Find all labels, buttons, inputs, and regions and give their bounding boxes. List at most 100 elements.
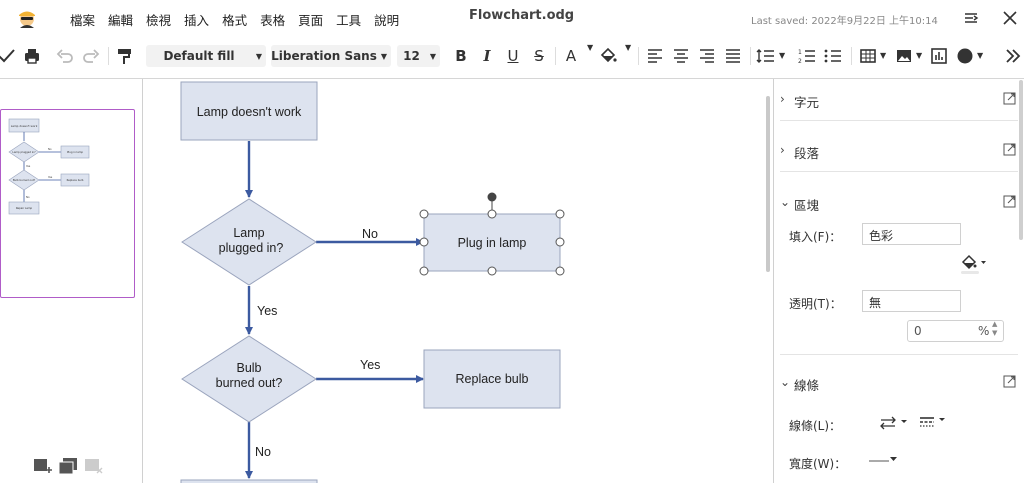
slide-panel: Lamp doesn't work Lamp plugged in? No Pl… (0, 79, 143, 483)
numbered-list-icon[interactable]: 12 (796, 45, 818, 67)
chevron-right-icon: › (780, 143, 785, 157)
section-line-title: 線條 (794, 378, 820, 393)
align-right-icon[interactable] (696, 45, 718, 67)
checkmark-icon[interactable] (0, 45, 18, 67)
line-label: 線條(L)： (789, 419, 842, 433)
menu-page[interactable]: 頁面 (298, 10, 323, 29)
more-options-icon[interactable] (1003, 143, 1016, 156)
print-icon[interactable] (21, 45, 43, 67)
duplicate-page-icon[interactable] (58, 457, 78, 475)
underline-button[interactable]: U (502, 45, 524, 67)
transparency-percent-field[interactable]: 0 % ▲ ▼ (907, 320, 1004, 342)
insert-image-icon[interactable] (893, 45, 915, 67)
label-yes-2: Yes (360, 358, 380, 372)
clone-formatting-icon[interactable] (114, 45, 136, 67)
fill-color-picker-icon[interactable] (959, 253, 987, 275)
transparency-select[interactable]: 無 (862, 290, 961, 312)
chevron-down-icon[interactable]: ▼ (625, 43, 631, 52)
chevron-down-icon[interactable]: ▼ (977, 51, 983, 60)
section-line[interactable]: ⌄ 線條 (774, 364, 1020, 400)
properties-sidebar: › 字元 › 段落 ⌄ 區塊 填入(F)： 色彩 透明(T)： 無 0 % ▲ … (773, 79, 1024, 483)
menu-help[interactable]: 說明 (374, 10, 399, 29)
more-options-icon[interactable] (1003, 195, 1016, 208)
menu-format[interactable]: 格式 (222, 10, 247, 29)
fill-style-dropdown[interactable]: Default fill ▼ (146, 45, 266, 67)
bold-button[interactable]: B (450, 45, 472, 67)
line-style-icon[interactable] (918, 415, 948, 431)
sidebar-toggle-icon[interactable] (961, 8, 981, 28)
line-spacing-icon[interactable] (755, 45, 777, 67)
fill-type-select[interactable]: 色彩 (862, 223, 961, 245)
label-no-2: No (255, 445, 271, 459)
chevron-down-icon[interactable]: ▼ (587, 43, 593, 52)
font-name-dropdown[interactable]: Liberation Sans ▼ (271, 45, 391, 67)
menu-insert[interactable]: 插入 (184, 10, 209, 29)
app-window: 檔案 編輯 檢視 插入 格式 表格 頁面 工具 說明 Flowchart.odg… (0, 0, 1024, 483)
redo-icon[interactable] (80, 45, 102, 67)
section-character-title: 字元 (794, 95, 820, 110)
box-lamp-text: Lamp doesn't work (197, 105, 302, 119)
section-paragraph[interactable]: › 段落 (774, 132, 1020, 168)
thumb-label-yes-2: Yes (48, 175, 53, 179)
diamond-plugged-line2: plugged in? (219, 241, 284, 255)
section-area[interactable]: ⌄ 區塊 (774, 184, 1020, 220)
toolbar-separator (108, 47, 109, 65)
toolbar-separator (638, 47, 639, 65)
italic-button[interactable]: I (476, 45, 498, 67)
line-width-icon[interactable] (868, 455, 900, 467)
section-character[interactable]: › 字元 (774, 81, 1020, 117)
title-bar: 檔案 編輯 檢視 插入 格式 表格 頁面 工具 說明 Flowchart.odg… (0, 0, 1024, 36)
fill-color-icon[interactable] (597, 45, 619, 67)
align-center-icon[interactable] (670, 45, 692, 67)
more-options-icon[interactable] (1003, 92, 1016, 105)
section-paragraph-title: 段落 (794, 146, 820, 161)
last-saved-status: Last saved: 2022年9月22日 上午10:14 (751, 16, 938, 27)
undo-icon[interactable] (54, 45, 76, 67)
insert-table-icon[interactable] (857, 45, 879, 67)
menu-view[interactable]: 檢視 (146, 10, 171, 29)
thumb-label-no: No (48, 147, 52, 151)
line-arrow-style-icon[interactable] (879, 415, 909, 431)
chevron-down-icon: ▼ (380, 51, 388, 61)
more-options-icon[interactable] (1003, 375, 1016, 388)
transparency-percent-value: 0 (914, 324, 922, 338)
chevron-down-icon[interactable]: ▼ (779, 51, 785, 60)
spin-arrows-icon[interactable]: ▲ ▼ (992, 320, 997, 338)
toolbar-separator (555, 47, 556, 65)
more-options-icon[interactable] (1002, 45, 1024, 67)
thumb-label-no-2: No (26, 195, 30, 199)
justify-icon[interactable] (722, 45, 744, 67)
insert-chart-icon[interactable] (928, 45, 950, 67)
close-icon[interactable] (1000, 8, 1020, 28)
box-replace-text: Replace bulb (456, 372, 529, 386)
percent-unit: % (978, 324, 990, 338)
strikethrough-button[interactable]: S (528, 45, 550, 67)
new-page-icon[interactable] (33, 457, 53, 475)
rotation-handle[interactable] (487, 192, 497, 202)
drawing-canvas[interactable]: Lamp doesn't work Lamp plugged in? No Pl… (144, 79, 770, 483)
menu-file[interactable]: 檔案 (70, 10, 95, 29)
sidebar-scrollbar[interactable] (1019, 80, 1023, 240)
thumb-text-5: Replace bulb (67, 178, 84, 182)
section-divider (780, 120, 1018, 121)
shape-circle-icon[interactable] (954, 45, 976, 67)
chevron-down-icon[interactable]: ▼ (880, 51, 886, 60)
page-thumbnail[interactable]: Lamp doesn't work Lamp plugged in? No Pl… (0, 109, 135, 298)
delete-page-icon[interactable] (84, 457, 104, 475)
bullet-list-icon[interactable] (822, 45, 844, 67)
font-size-dropdown[interactable]: 12 ▼ (397, 45, 440, 67)
label-no-1: No (362, 227, 378, 241)
toolbar-separator (851, 47, 852, 65)
canvas-scrollbar[interactable] (766, 96, 770, 272)
align-left-icon[interactable] (644, 45, 666, 67)
menu-tools[interactable]: 工具 (336, 10, 361, 29)
chevron-down-icon: ⌄ (780, 375, 791, 389)
toolbar-separator (750, 47, 751, 65)
width-label: 寬度(W)： (789, 457, 847, 471)
menu-edit[interactable]: 編輯 (108, 10, 133, 29)
menu-table[interactable]: 表格 (260, 10, 285, 29)
document-title[interactable]: Flowchart.odg (469, 8, 574, 23)
font-color-button[interactable]: A (560, 45, 582, 67)
app-avatar-icon[interactable] (15, 6, 39, 30)
chevron-down-icon[interactable]: ▼ (916, 51, 922, 60)
